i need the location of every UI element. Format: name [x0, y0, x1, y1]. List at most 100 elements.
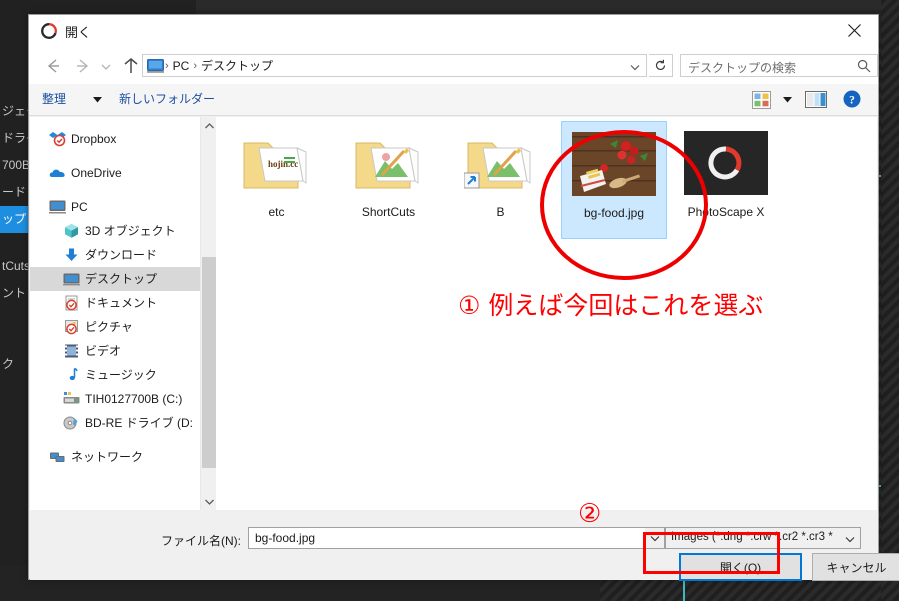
- organize-button[interactable]: 整理: [42, 90, 66, 107]
- view-options-icon[interactable]: [752, 91, 771, 109]
- close-icon: [848, 24, 861, 37]
- sidebar-item-label: ビデオ: [85, 344, 122, 358]
- sidebar-item-onedrive[interactable]: OneDrive: [30, 161, 200, 185]
- sidebar-item-label: ダウンロード: [85, 248, 158, 262]
- sidebar-item-label: PC: [71, 200, 88, 214]
- network-icon: [50, 452, 65, 462]
- sidebar-item-label: Dropbox: [71, 132, 117, 146]
- annotation-step1-text: ① 例えば今回はこれを選ぶ: [458, 291, 764, 320]
- breadcrumb-item-pc[interactable]: PC: [170, 59, 193, 73]
- bg-right-strip: [881, 0, 899, 601]
- address-bar[interactable]: › PC › デスクトップ: [142, 54, 647, 77]
- forward-button[interactable]: [73, 56, 93, 76]
- file-name: etc: [268, 205, 285, 219]
- up-button[interactable]: [121, 56, 141, 76]
- scroll-down-button[interactable]: [201, 493, 217, 510]
- file-type-value: Images (*.dng *.crw *.cr2 *.cr3 *: [671, 531, 833, 543]
- sidebar-item-pictures[interactable]: ピクチャ: [30, 315, 200, 339]
- sidebar-item-dropbox[interactable]: Dropbox: [30, 127, 200, 151]
- caret-down-icon[interactable]: [783, 97, 792, 103]
- optical-drive-icon: [63, 416, 78, 430]
- dialog-title: 開く: [65, 25, 92, 40]
- desktop-icon: [63, 273, 80, 286]
- recent-locations-button[interactable]: [99, 56, 119, 76]
- sidebar-item-label: 3D オブジェクト: [85, 224, 176, 238]
- file-type-combobox[interactable]: Images (*.dng *.crw *.cr2 *.cr3 *: [665, 527, 861, 549]
- file-name: B: [496, 205, 505, 219]
- caret-down-icon[interactable]: [93, 97, 102, 103]
- filename-dropdown-button[interactable]: [645, 527, 665, 549]
- bg-titlebar-strip: [196, 0, 899, 10]
- close-button[interactable]: [832, 15, 878, 46]
- sidebar-item-label: OneDrive: [71, 166, 122, 180]
- refresh-icon: [655, 59, 666, 70]
- sidebar-item-downloads[interactable]: ダウンロード: [30, 243, 200, 267]
- search-placeholder: デスクトップの検索: [688, 61, 797, 75]
- arrow-up-icon: [124, 58, 138, 73]
- file-name: ShortCuts: [361, 205, 416, 219]
- sidebar-item-desktop[interactable]: デスクトップ: [30, 267, 200, 291]
- dropbox-icon: [49, 132, 66, 147]
- chevron-down-icon: [650, 535, 659, 541]
- breadcrumb-item-desktop[interactable]: デスクトップ: [198, 57, 276, 74]
- file-item-etc[interactable]: hojin.cc etc: [225, 123, 328, 235]
- sidebar-item-pc[interactable]: PC: [30, 195, 200, 219]
- navigation-pane: Dropbox OneDrive PC 3D オブジェクト ダウンロード デスク…: [30, 117, 200, 510]
- file-item-b[interactable]: B: [449, 123, 552, 235]
- sidebar-item-label: ミュージック: [85, 368, 157, 382]
- refresh-button[interactable]: [649, 54, 673, 77]
- sidebar-item-videos[interactable]: ビデオ: [30, 339, 200, 363]
- navigation-pane-scrollbar[interactable]: [200, 117, 216, 510]
- sidebar-item-drive-c[interactable]: TIH0127700B (C:): [30, 387, 200, 411]
- scrollbar-thumb[interactable]: [202, 257, 216, 468]
- scroll-up-button[interactable]: [201, 117, 217, 134]
- search-icon: [857, 59, 871, 73]
- image-thumbnail-dark: [684, 131, 768, 195]
- sidebar-item-3d-objects[interactable]: 3D オブジェクト: [30, 219, 200, 243]
- chevron-up-icon: [204, 122, 214, 128]
- file-item-bg-food[interactable]: bg-food.jpg: [561, 121, 667, 239]
- search-input[interactable]: デスクトップの検索: [680, 54, 878, 77]
- folder-icon: [355, 142, 418, 189]
- documents-icon: [65, 295, 78, 311]
- sidebar-item-label: BD-RE ドライブ (D:: [85, 416, 194, 430]
- file-item-shortcuts[interactable]: ShortCuts: [337, 123, 440, 235]
- preview-pane-icon[interactable]: [805, 91, 827, 108]
- dialog-toolbar: 整理 新しいフォルダー ?: [29, 84, 878, 116]
- annotation-step2-marker: ②: [578, 499, 602, 529]
- file-name: bg-food.jpg: [583, 206, 645, 220]
- filename-label: ファイル名(N):: [161, 534, 241, 548]
- chevron-down-icon: [630, 64, 639, 70]
- new-folder-button[interactable]: 新しいフォルダー: [119, 90, 215, 107]
- folder-icon: hojin.cc: [243, 142, 306, 189]
- music-icon: [69, 367, 78, 381]
- back-button[interactable]: [43, 56, 63, 76]
- svg-text:?: ?: [849, 94, 855, 106]
- onedrive-icon: [49, 169, 65, 177]
- filename-input[interactable]: bg-food.jpg: [248, 527, 656, 549]
- videos-icon: [65, 344, 78, 358]
- help-icon[interactable]: ?: [843, 90, 861, 108]
- sidebar-item-label: ネットワーク: [71, 450, 144, 464]
- pictures-icon: [65, 320, 78, 335]
- folder-shortcut-icon: [463, 142, 530, 189]
- sidebar-item-network[interactable]: ネットワーク: [30, 445, 200, 469]
- sidebar-item-label: デスクトップ: [85, 272, 158, 286]
- cancel-button[interactable]: キャンセル: [812, 553, 899, 581]
- chevron-down-icon: [845, 537, 855, 543]
- sidebar-item-drive-d[interactable]: BD-RE ドライブ (D:: [30, 411, 200, 435]
- chevron-down-icon: [204, 499, 214, 505]
- image-thumbnail: [572, 132, 656, 196]
- chevron-down-icon: [101, 64, 111, 70]
- arrow-right-icon: [77, 59, 89, 73]
- file-name: PhotoScape X: [687, 205, 765, 219]
- hdd-icon: [63, 392, 80, 404]
- open-button[interactable]: 開く(O): [679, 553, 802, 581]
- file-item-photoscape-x[interactable]: PhotoScape X: [673, 121, 779, 239]
- dialog-titlebar: 開く: [29, 15, 878, 47]
- this-pc-icon: [49, 200, 66, 214]
- sidebar-item-music[interactable]: ミュージック: [30, 363, 200, 387]
- navigation-bar: › PC › デスクトップ デスクトップの検索: [29, 47, 878, 84]
- sidebar-item-documents[interactable]: ドキュメント: [30, 291, 200, 315]
- address-dropdown-button[interactable]: [624, 56, 645, 77]
